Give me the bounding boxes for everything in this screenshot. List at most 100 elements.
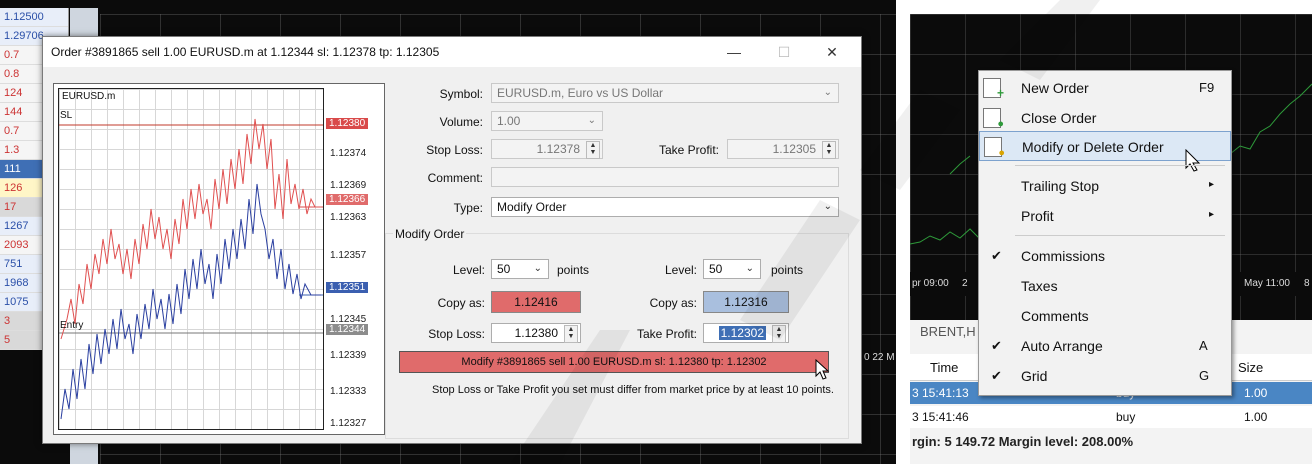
chart-symbol-label: EURUSD.m xyxy=(62,91,116,102)
menu-item-new-order[interactable]: + New Order F9 xyxy=(979,73,1231,103)
time-axis-label: May 11:00 xyxy=(1244,278,1290,289)
chevron-down-icon: ⌄ xyxy=(823,201,832,212)
stepper-icon[interactable]: ▲ ▼ xyxy=(586,141,600,159)
price-axis-label: 1.12363 xyxy=(330,212,367,223)
sl-level-value: 50 xyxy=(497,262,511,276)
minimize-button[interactable]: — xyxy=(717,41,751,63)
modify-button[interactable]: Modify #3891865 sell 1.00 EURUSD.m sl: 1… xyxy=(399,351,829,373)
entry-price-badge: 1.12344 xyxy=(326,324,369,335)
menu-item-label: Grid xyxy=(1021,368,1048,384)
volume-select[interactable]: 1.00 ⌄ xyxy=(491,111,603,131)
level-label: Level: xyxy=(452,263,485,277)
time-axis-label: 2 xyxy=(962,278,968,289)
mouse-cursor-icon xyxy=(1185,149,1201,172)
tp-level-select[interactable]: 50 ⌄ xyxy=(703,259,761,279)
terminal-tab[interactable]: BRENT,H xyxy=(920,324,976,339)
take-profit-label: Take Profit: xyxy=(636,327,697,341)
chevron-down-icon: ⌄ xyxy=(823,87,832,98)
column-header-size[interactable]: Size xyxy=(1238,360,1263,375)
type-value: Modify Order xyxy=(497,200,567,214)
close-button[interactable]: ✕ xyxy=(815,41,849,63)
stepper-icon[interactable]: ▲ ▼ xyxy=(822,141,836,159)
points-label: points xyxy=(557,263,590,277)
row-size: 1.00 xyxy=(1244,410,1268,424)
symbol-label: Symbol: xyxy=(439,87,483,101)
tp-copy-as-button[interactable]: 1.12316 xyxy=(703,291,789,313)
sl-label: SL xyxy=(60,110,73,121)
menu-item-label: Commissions xyxy=(1021,248,1106,264)
bid-series-line xyxy=(60,183,321,420)
menu-item-grid[interactable]: ✔ Grid G xyxy=(979,361,1231,391)
price-axis-label: 1.12339 xyxy=(330,350,367,361)
take-profit-value: 1.12305 xyxy=(772,142,816,156)
type-label: Type: xyxy=(453,201,483,215)
take-profit-label: Take Profit: xyxy=(658,143,719,157)
ask-series-line xyxy=(60,118,321,340)
menu-item-label: Comments xyxy=(1021,308,1089,324)
sl-copy-as-value: 1.12416 xyxy=(514,295,558,309)
menu-shortcut: G xyxy=(1199,368,1210,383)
margin-status: rgin: 5 149.72 Margin level: 208.00% xyxy=(912,434,1134,449)
modify-order-group-label: Modify Order xyxy=(393,227,467,241)
menu-separator xyxy=(1015,235,1225,236)
stepper-icon[interactable]: ▲ ▼ xyxy=(772,325,786,343)
modify-button-label: Modify #3891865 sell 1.00 EURUSD.m sl: 1… xyxy=(461,356,767,368)
check-icon: ✔ xyxy=(991,338,1002,353)
stop-loss-value: 1.12378 xyxy=(536,142,580,156)
menu-item-label: Trailing Stop xyxy=(1021,178,1100,194)
new-stop-loss-value: 1.12380 xyxy=(514,326,558,340)
dialog-titlebar[interactable]: Order #3891865 sell 1.00 EURUSD.m at 1.1… xyxy=(43,37,861,67)
sl-level-select[interactable]: 50 ⌄ xyxy=(491,259,549,279)
stop-loss-field[interactable]: 1.12378 ▲ ▼ xyxy=(491,139,603,159)
menu-item-label: Auto Arrange xyxy=(1021,338,1103,354)
ask-price-badge: 1.12366 xyxy=(326,194,369,205)
menu-item-profit[interactable]: Profit ▸ xyxy=(979,201,1231,231)
check-icon: ✔ xyxy=(991,248,1002,263)
chevron-down-icon: ⌄ xyxy=(533,263,542,274)
row-time: 3 15:41:46 xyxy=(912,410,969,424)
stepper-icon[interactable]: ▲ ▼ xyxy=(564,325,578,343)
menu-item-auto-arrange[interactable]: ✔ Auto Arrange A xyxy=(979,331,1231,361)
menu-item-label: New Order xyxy=(1021,80,1089,96)
market-watch-cell[interactable]: 1.12500 xyxy=(0,8,68,27)
time-axis-label: pr 09:00 xyxy=(912,278,949,289)
menu-shortcut: F9 xyxy=(1199,80,1215,95)
submenu-arrow-icon: ▸ xyxy=(1209,179,1215,190)
modify-order-icon: ● xyxy=(984,137,1005,159)
chevron-down-icon: ⌄ xyxy=(745,263,754,274)
time-axis-label: 8 xyxy=(1304,278,1310,289)
chevron-down-icon: ⌄ xyxy=(587,115,596,126)
submenu-arrow-icon: ▸ xyxy=(1209,209,1215,220)
comment-label: Comment: xyxy=(427,171,483,185)
price-axis-label: 1.12333 xyxy=(330,386,367,397)
symbol-select[interactable]: EURUSD.m, Euro vs US Dollar ⌄ xyxy=(491,83,839,103)
new-stop-loss-field[interactable]: 1.12380 ▲ ▼ xyxy=(491,323,581,343)
type-select[interactable]: Modify Order ⌄ xyxy=(491,197,839,217)
table-row[interactable]: 3 15:41:46 buy 1.00 xyxy=(910,406,1312,428)
menu-item-taxes[interactable]: Taxes xyxy=(979,271,1231,301)
comment-field[interactable] xyxy=(491,167,839,187)
row-type: buy xyxy=(1116,410,1136,424)
copy-as-label: Copy as: xyxy=(437,296,485,310)
take-profit-field[interactable]: 1.12305 ▲ ▼ xyxy=(727,139,839,159)
sl-copy-as-button[interactable]: 1.12416 xyxy=(491,291,581,313)
copy-as-label: Copy as: xyxy=(649,296,697,310)
price-axis-label: 1.12357 xyxy=(330,250,367,261)
price-axis-label: 1.12369 xyxy=(330,180,367,191)
menu-item-trailing-stop[interactable]: Trailing Stop ▸ xyxy=(979,171,1231,201)
price-series xyxy=(59,118,323,420)
chart-plot-area xyxy=(58,88,324,430)
column-header-time[interactable]: Time xyxy=(930,360,958,375)
menu-item-commissions[interactable]: ✔ Commissions xyxy=(979,241,1231,271)
order-chart: EURUSD.m SL Entry 1.12380 1.12374 1.1236… xyxy=(53,83,385,435)
validation-note: Stop Loss or Take Profit you set must di… xyxy=(432,384,834,396)
menu-item-close-order[interactable]: ● Close Order xyxy=(979,103,1231,133)
new-take-profit-field[interactable]: 1.12302 ▲ ▼ xyxy=(703,323,789,343)
context-menu: + New Order F9 ● Close Order ● Modify or… xyxy=(978,70,1232,396)
menu-item-comments[interactable]: Comments xyxy=(979,301,1231,331)
price-axis-label: 1.12374 xyxy=(330,148,367,159)
tp-level-value: 50 xyxy=(709,262,723,276)
new-take-profit-value: 1.12302 xyxy=(718,326,766,340)
modify-order-dialog: Order #3891865 sell 1.00 EURUSD.m at 1.1… xyxy=(42,36,862,444)
maximize-button[interactable]: ☐ xyxy=(767,41,801,63)
